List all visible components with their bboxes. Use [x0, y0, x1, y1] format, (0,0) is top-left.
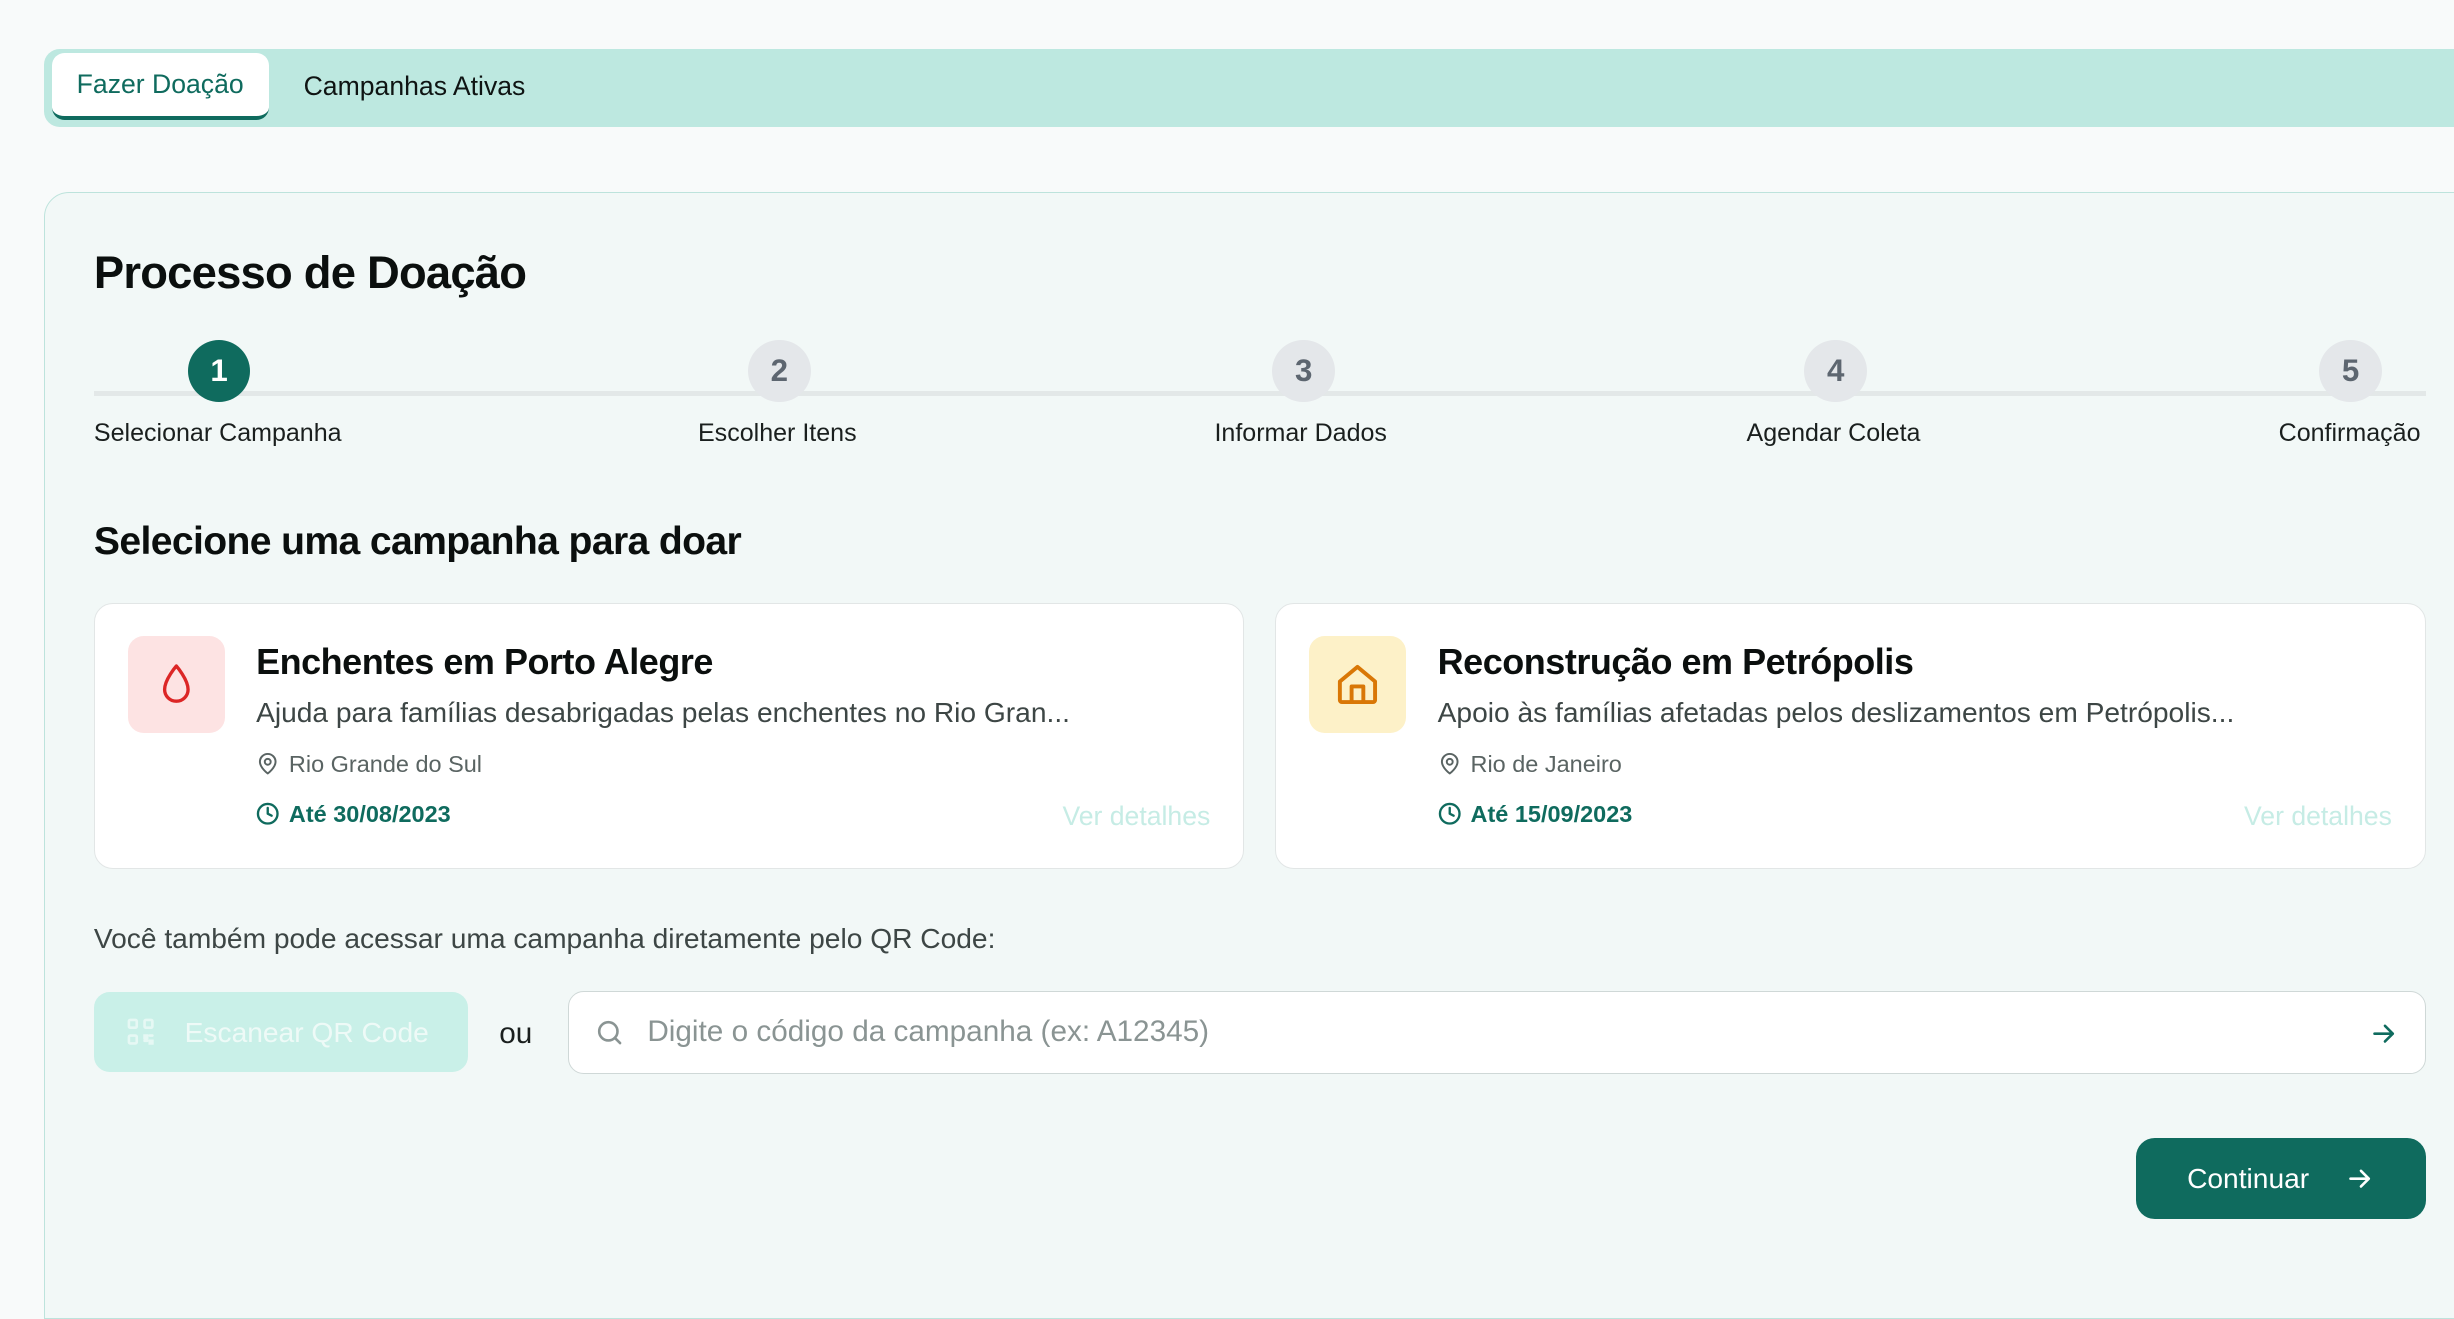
step-3-circle: 3	[1272, 339, 1335, 403]
continue-label: Continuar	[2187, 1161, 2310, 1194]
tab-fazer-doacao[interactable]: Fazer Doação	[51, 53, 269, 121]
details-link[interactable]: Ver detalhes	[1062, 801, 1210, 832]
campaign-card-porto-alegre[interactable]: Enchentes em Porto Alegre Ajuda para fam…	[93, 602, 1245, 869]
campaign-code-input[interactable]	[647, 991, 2338, 1072]
arrow-right-icon	[2348, 1169, 2370, 1188]
page-title: Processo de Doação	[93, 247, 527, 299]
droplet-icon	[162, 664, 190, 704]
clock-icon	[1438, 803, 1461, 826]
arrow-right-icon[interactable]	[2368, 1018, 2399, 1049]
step-5-circle: 5	[2319, 339, 2382, 403]
step-1-circle: 1	[187, 339, 251, 403]
campaign-location-text: Rio de Janeiro	[1470, 750, 1622, 777]
campaign-code-field[interactable]	[568, 990, 2426, 1074]
app-root: Fazer Doação Campanhas Ativas Processo d…	[0, 0, 2454, 1319]
campaign-deadline-text: Até 15/09/2023	[1470, 800, 1633, 827]
campaign-title: Reconstrução em Petrópolis	[1437, 641, 1914, 683]
campaign-description: Apoio às famílias afetadas pelos desliza…	[1437, 695, 2235, 728]
scan-qr-button[interactable]: Escanear QR Code	[93, 992, 468, 1073]
step-5-label: Confirmação	[2278, 419, 2421, 448]
campaign-location: Rio Grande do Sul	[256, 751, 482, 778]
step-4-label: Agendar Coleta	[1746, 419, 1921, 448]
tab-bar: Fazer Doação Campanhas Ativas	[43, 48, 2454, 127]
details-link[interactable]: Ver detalhes	[2244, 801, 2392, 832]
search-icon	[598, 1020, 622, 1045]
map-pin-icon	[259, 753, 277, 775]
campaign-card-petropolis[interactable]: Reconstrução em Petrópolis Apoio às famí…	[1275, 602, 2426, 869]
campaign-description: Ajuda para famílias desabrigadas pelas e…	[256, 695, 1070, 728]
or-separator: ou	[499, 1017, 533, 1051]
stepper-track	[93, 391, 2426, 396]
campaign-deadline: Até 30/08/2023	[256, 801, 451, 828]
home-icon	[1338, 665, 1378, 705]
campaign-location: Rio de Janeiro	[1438, 751, 1622, 778]
campaign-title: Enchentes em Porto Alegre	[256, 641, 713, 683]
continue-button[interactable]: Continuar	[2136, 1137, 2426, 1220]
campaign-deadline-text: Até 30/08/2023	[288, 800, 451, 827]
campaign-deadline: Até 15/09/2023	[1438, 800, 1633, 828]
step-2-circle: 2	[748, 339, 811, 403]
step-1-label: Selecionar Campanha	[93, 419, 342, 448]
campaign-icon-box	[127, 636, 225, 734]
step-2-label: Escolher Itens	[697, 419, 857, 448]
scan-qr-label: Escanear QR Code	[184, 1015, 429, 1048]
step-3-label: Informar Dados	[1214, 419, 1387, 448]
qr-hint: Você também pode acessar uma campanha di…	[93, 921, 996, 954]
clock-icon	[256, 803, 279, 826]
section-title: Selecione uma campanha para doar	[93, 519, 742, 563]
step-4-circle: 4	[1804, 339, 1868, 403]
campaign-location-text: Rio Grande do Sul	[288, 750, 483, 777]
map-pin-icon	[1440, 753, 1459, 775]
qr-code-icon	[127, 1019, 154, 1046]
campaign-icon-box	[1309, 636, 1407, 734]
tab-campanhas-ativas[interactable]: Campanhas Ativas	[279, 53, 551, 119]
